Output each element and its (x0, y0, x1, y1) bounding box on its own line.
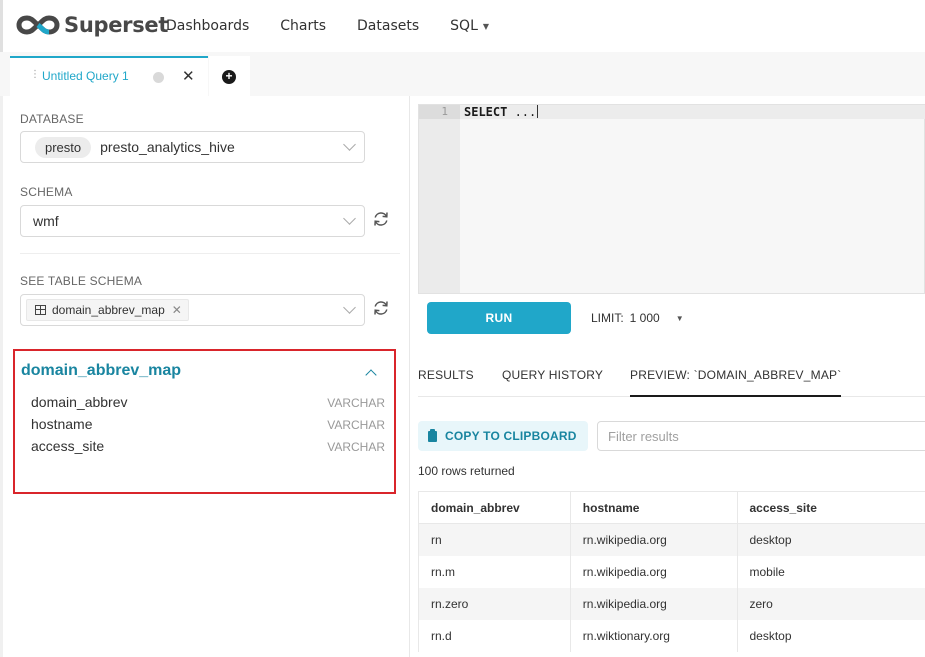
schema-select[interactable]: wmf (20, 205, 365, 237)
copy-to-clipboard-button[interactable]: COPY TO CLIPBOARD (418, 421, 588, 451)
superset-infinity-logo-icon (16, 15, 60, 35)
column-type: VARCHAR (327, 418, 385, 432)
nav-charts[interactable]: Charts (280, 18, 326, 34)
refresh-schema-icon[interactable] (371, 209, 391, 229)
tab-query-history[interactable]: QUERY HISTORY (502, 368, 603, 382)
top-navbar: Superset Dashboards Charts Datasets SQL ▼ (0, 0, 925, 52)
column-header[interactable]: hostname (569, 491, 738, 524)
table-header-row: domain_abbrev hostname access_site (418, 491, 925, 524)
sql-rest: ... (507, 105, 537, 119)
close-icon[interactable]: ✕ (182, 67, 195, 85)
caret-down-icon: ▼ (482, 21, 490, 31)
results-table: domain_abbrev hostname access_site rn rn… (418, 491, 925, 652)
chevron-down-icon (343, 138, 356, 151)
run-button[interactable]: RUN (427, 302, 571, 334)
nav-datasets[interactable]: Datasets (357, 18, 419, 34)
table-schema-title[interactable]: domain_abbrev_map (21, 362, 181, 380)
table-schema-label: SEE TABLE SCHEMA (20, 274, 143, 288)
left-sidebar: DATABASE presto presto_analytics_hive SC… (0, 96, 410, 657)
drag-handle-icon[interactable]: ⋮ (30, 70, 40, 80)
nav-dashboards[interactable]: Dashboards (166, 18, 249, 34)
table-row: rn.m rn.wikipedia.org mobile (418, 555, 925, 588)
schema-label: SCHEMA (20, 185, 73, 199)
schema-column-row: hostname VARCHAR (31, 416, 385, 436)
column-header[interactable]: domain_abbrev (418, 491, 571, 524)
nav-dashboards-label: Dashboards (166, 18, 250, 34)
text-cursor (537, 105, 539, 118)
table-cell: rn.wikipedia.org (569, 587, 738, 620)
panel-splitter[interactable] (409, 96, 410, 657)
schema-select-value: wmf (33, 213, 59, 229)
caret-down-icon: ▼ (675, 313, 684, 323)
table-cell: zero (736, 587, 925, 620)
table-cell: rn.m (418, 555, 571, 588)
chevron-down-icon (343, 212, 356, 225)
tab-untitled-query-1[interactable]: ⋮ Untitled Query 1 ✕ (10, 56, 208, 96)
sql-keyword: SELECT (464, 105, 508, 119)
nav-menu: Dashboards Charts Datasets SQL ▼ (166, 0, 520, 52)
line-number: 1 (419, 105, 460, 119)
tab-results[interactable]: RESULTS (418, 368, 474, 382)
database-label: DATABASE (20, 112, 84, 126)
table-cell: rn.zero (418, 587, 571, 620)
rows-returned-count: 100 rows returned (418, 464, 515, 478)
nav-sql-label: SQL (450, 18, 478, 34)
database-engine-tag: presto (35, 136, 92, 158)
selected-table-name: domain_abbrev_map (52, 303, 165, 317)
chevron-down-icon (343, 301, 356, 314)
query-status-indicator (153, 72, 164, 83)
section-divider (20, 253, 400, 254)
copy-label: COPY TO CLIPBOARD (445, 429, 577, 443)
superset-logo[interactable]: Superset (16, 10, 168, 40)
nav-sql-dropdown[interactable]: SQL ▼ (450, 18, 489, 34)
schema-column-row: domain_abbrev VARCHAR (31, 394, 385, 414)
table-schema-preview: domain_abbrev_map domain_abbrev VARCHAR … (13, 349, 396, 494)
column-type: VARCHAR (327, 440, 385, 454)
chevron-up-icon[interactable] (365, 369, 377, 381)
brand-name: Superset (64, 13, 169, 37)
results-tab-bar: RESULTS QUERY HISTORY PREVIEW: `DOMAIN_A… (418, 366, 925, 397)
schema-column-row: access_site VARCHAR (31, 438, 385, 458)
sql-editor[interactable]: 1 SELECT ... (418, 104, 925, 294)
table-icon (35, 305, 46, 315)
editor-gutter: 1 (419, 105, 460, 293)
query-tab-bar: ⋮ Untitled Query 1 ✕ + (0, 52, 925, 96)
table-cell: rn.wikipedia.org (569, 523, 738, 556)
table-cell: desktop (736, 523, 925, 556)
nav-datasets-label: Datasets (357, 18, 420, 34)
database-select-value: presto_analytics_hive (100, 139, 235, 155)
column-header[interactable]: access_site (736, 491, 925, 524)
table-row: rn.d rn.wiktionary.org desktop (418, 619, 925, 652)
table-select[interactable]: domain_abbrev_map ✕ (20, 294, 365, 326)
selected-table-tag: domain_abbrev_map ✕ (26, 299, 189, 321)
table-cell: rn (418, 523, 571, 556)
table-row: rn.zero rn.wikipedia.org zero (418, 587, 925, 620)
table-cell: desktop (736, 619, 925, 652)
plus-circle-icon: + (222, 70, 236, 84)
table-row: rn rn.wikipedia.org desktop (418, 523, 925, 556)
database-select[interactable]: presto presto_analytics_hive (20, 131, 365, 163)
table-cell: rn.wiktionary.org (569, 619, 738, 652)
navbar-edge (0, 0, 3, 52)
filter-results-input[interactable] (597, 421, 925, 451)
refresh-tables-icon[interactable] (371, 298, 391, 318)
column-name: hostname (31, 416, 93, 432)
column-name: domain_abbrev (31, 394, 128, 410)
limit-dropdown[interactable]: LIMIT: 1 000 ▼ (591, 311, 684, 325)
new-tab-button[interactable]: + (209, 56, 250, 96)
editor-code[interactable]: SELECT ... (464, 105, 539, 119)
table-cell: rn.wikipedia.org (569, 555, 738, 588)
column-name: access_site (31, 438, 105, 454)
tab-preview[interactable]: PREVIEW: `DOMAIN_ABBREV_MAP` (630, 368, 842, 397)
sidebar-edge (0, 96, 3, 657)
tab-title: Untitled Query 1 (42, 69, 129, 83)
limit-value: 1 000 (629, 311, 660, 325)
nav-charts-label: Charts (280, 18, 327, 34)
remove-table-icon[interactable]: ✕ (172, 303, 182, 317)
limit-label: LIMIT: (591, 311, 624, 325)
clipboard-icon (428, 428, 437, 442)
table-cell: mobile (736, 555, 925, 588)
column-type: VARCHAR (327, 396, 385, 410)
table-cell: rn.d (418, 619, 571, 652)
